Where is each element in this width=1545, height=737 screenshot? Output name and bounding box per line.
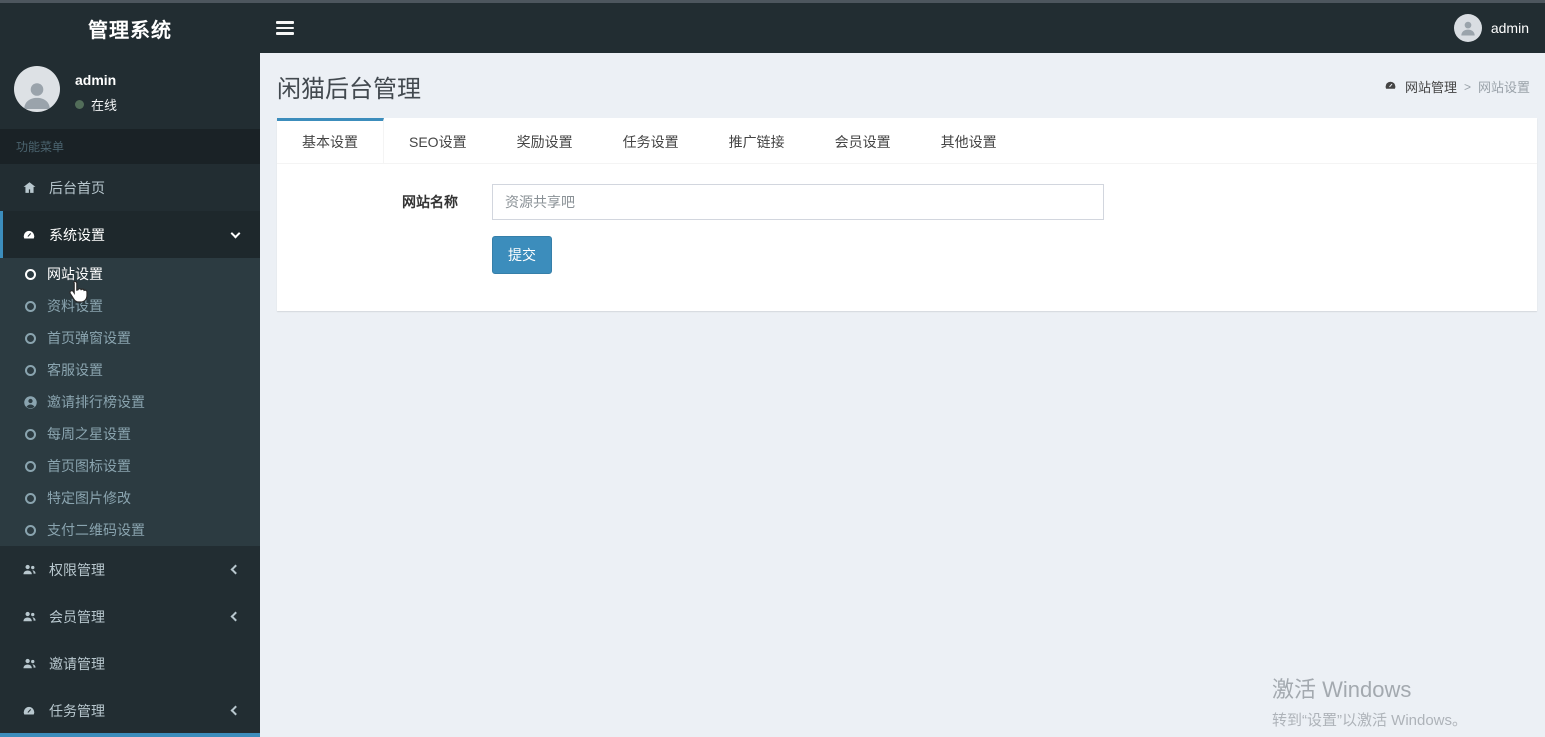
submenu-item-label: 支付二维码设置 — [47, 522, 145, 538]
sidebar-item-invite-management[interactable]: 邀请管理 — [0, 640, 260, 687]
site-name-form-row: 网站名称 — [297, 184, 1517, 220]
users-icon — [18, 609, 40, 624]
user-avatar-icon — [14, 66, 60, 112]
sidebar-item-label: 后台首页 — [49, 179, 105, 196]
sidebar: admin 在线 功能菜单 后台首页 系统设置 网站设置 资料设置 首页弹窗设置… — [0, 53, 260, 737]
submenu-item-label: 首页弹窗设置 — [47, 330, 131, 346]
sidebar-username: admin — [75, 72, 117, 88]
chevron-left-icon — [230, 705, 241, 716]
sidebar-item-task-management[interactable]: 任务管理 — [0, 687, 260, 734]
settings-panel: 基本设置 SEO设置 奖励设置 任务设置 推广链接 会员设置 其他设置 网站名称… — [277, 118, 1537, 311]
hamburger-icon — [276, 26, 294, 30]
menu-toggle-button[interactable] — [260, 3, 310, 53]
chevron-left-icon — [230, 611, 241, 622]
system-settings-submenu: 网站设置 资料设置 首页弹窗设置 客服设置 邀请排行榜设置 每周之星设置 首页图… — [0, 258, 260, 546]
breadcrumb-parent[interactable]: 网站管理 — [1405, 77, 1457, 96]
submenu-item-specific-image-edit[interactable]: 特定图片修改 — [0, 482, 260, 514]
tab-content: 网站名称 提交 — [277, 164, 1537, 311]
user-status-label: 在线 — [91, 98, 118, 113]
page-title: 闲猫后台管理 — [277, 76, 421, 103]
online-status-icon — [75, 100, 84, 109]
chevron-down-icon — [230, 228, 241, 238]
sidebar-item-member-management[interactable]: 会员管理 — [0, 593, 260, 640]
circle-icon — [25, 332, 36, 344]
tab-task-settings[interactable]: 任务设置 — [598, 118, 704, 163]
hamburger-icon — [276, 21, 294, 24]
circle-icon — [25, 300, 36, 312]
submenu-item-label: 邀请排行榜设置 — [47, 394, 145, 410]
sidebar-item-home[interactable]: 后台首页 — [0, 164, 260, 211]
home-icon — [18, 180, 40, 195]
sidebar-item-label: 会员管理 — [49, 608, 105, 625]
tab-other-settings[interactable]: 其他设置 — [916, 118, 1022, 163]
circle-icon — [25, 524, 36, 536]
circle-icon — [25, 364, 36, 376]
submenu-item-label: 特定图片修改 — [47, 490, 131, 506]
submenu-item-label: 资料设置 — [47, 298, 103, 314]
submenu-item-homepage-popup-settings[interactable]: 首页弹窗设置 — [0, 322, 260, 354]
circle-icon — [25, 268, 36, 280]
tab-member-settings[interactable]: 会员设置 — [810, 118, 916, 163]
tab-seo-settings[interactable]: SEO设置 — [384, 118, 492, 163]
settings-tabs: 基本设置 SEO设置 奖励设置 任务设置 推广链接 会员设置 其他设置 — [277, 118, 1537, 164]
submenu-item-site-settings[interactable]: 网站设置 — [0, 258, 260, 290]
chevron-left-icon — [230, 564, 241, 575]
user-avatar-icon — [1453, 14, 1482, 42]
breadcrumb-current: 网站设置 — [1477, 80, 1530, 95]
submenu-item-customer-service-settings[interactable]: 客服设置 — [0, 354, 260, 386]
submenu-item-invite-ranking-settings[interactable]: 邀请排行榜设置 — [0, 386, 260, 418]
sidebar-item-permission-management[interactable]: 权限管理 — [0, 546, 260, 593]
gauge-icon — [18, 704, 40, 718]
submenu-item-weekly-star-settings[interactable]: 每周之星设置 — [0, 418, 260, 450]
user-status[interactable]: 在线 — [75, 95, 117, 114]
navbar-user-menu[interactable]: admin — [1453, 3, 1545, 53]
user-circle-icon — [23, 395, 38, 410]
sidebar-item-label: 任务管理 — [49, 702, 105, 719]
top-navbar: 管理系统 admin — [0, 0, 1545, 53]
sidebar-section-header: 功能菜单 — [0, 129, 260, 164]
submenu-item-payment-qrcode-settings[interactable]: 支付二维码设置 — [0, 514, 260, 546]
submenu-item-homepage-icon-settings[interactable]: 首页图标设置 — [0, 450, 260, 482]
submenu-item-label: 每周之星设置 — [47, 426, 131, 442]
circle-icon — [25, 460, 36, 472]
submenu-item-label: 首页图标设置 — [47, 458, 131, 474]
breadcrumb-separator: > — [1463, 79, 1471, 94]
navbar-username: admin — [1490, 20, 1529, 36]
tab-basic-settings[interactable]: 基本设置 — [277, 118, 384, 163]
main-content: 闲猫后台管理 网站管理 > 网站设置 基本设置 SEO设置 奖励设置 任务设置 … — [260, 53, 1545, 737]
sidebar-item-label: 系统设置 — [49, 226, 105, 243]
users-icon — [18, 562, 40, 577]
site-name-label: 网站名称 — [402, 194, 458, 210]
app-logo[interactable]: 管理系统 — [0, 3, 260, 53]
submenu-item-profile-settings[interactable]: 资料设置 — [0, 290, 260, 322]
users-icon — [18, 656, 40, 671]
content-header: 闲猫后台管理 网站管理 > 网站设置 — [260, 53, 1545, 118]
tab-reward-settings[interactable]: 奖励设置 — [492, 118, 598, 163]
sidebar-item-label: 邀请管理 — [49, 655, 105, 672]
submit-button[interactable]: 提交 — [492, 236, 552, 274]
gauge-icon — [18, 228, 40, 242]
circle-icon — [25, 492, 36, 504]
submenu-item-label: 客服设置 — [47, 362, 103, 378]
sidebar-item-label: 权限管理 — [49, 561, 105, 578]
hamburger-icon — [276, 32, 294, 35]
circle-icon — [25, 428, 36, 440]
site-name-input[interactable] — [492, 184, 1104, 220]
breadcrumb: 网站管理 > 网站设置 — [1383, 77, 1530, 96]
tab-promo-links[interactable]: 推广链接 — [704, 118, 810, 163]
submit-row: 提交 — [297, 236, 1517, 274]
sidebar-user-panel: admin 在线 — [0, 53, 260, 129]
sidebar-bottom-accent-bar — [0, 733, 260, 737]
gauge-icon — [1383, 79, 1398, 94]
sidebar-item-system-settings[interactable]: 系统设置 — [0, 211, 260, 258]
submenu-item-label: 网站设置 — [47, 266, 103, 282]
